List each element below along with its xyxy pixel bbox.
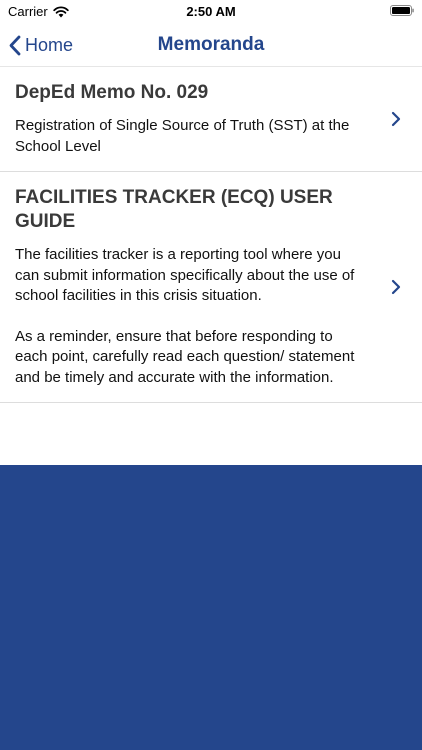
memo-title: DepEd Memo No. 029 [15, 82, 209, 103]
memo-paragraph: The facilities tracker is a reporting to… [15, 246, 355, 304]
status-time: 2:50 AM [186, 4, 236, 19]
navigation-bar: Home Memoranda [0, 24, 422, 67]
chevron-right-icon [391, 279, 401, 295]
chevron-right-icon [391, 111, 401, 127]
memo-description: Registration of Single Source of Truth (… [15, 116, 366, 157]
page-title: Memoranda [157, 34, 265, 55]
status-bar: Carrier 2:50 AM [0, 0, 422, 24]
memo-list: DepEd Memo No. 029 Registration of Singl… [0, 67, 422, 403]
battery-icon [390, 5, 414, 16]
memo-description: The facilities tracker is a reporting to… [15, 245, 366, 388]
memo-item-deped-029[interactable]: DepEd Memo No. 029 Registration of Singl… [0, 67, 422, 172]
memo-paragraph: Registration of Single Source of Truth (… [15, 117, 350, 155]
memo-paragraph: As a reminder, ensure that before respon… [15, 327, 355, 386]
footer-background [0, 465, 422, 750]
memo-title: FACILITIES TRACKER (ECQ) USER GUIDE [15, 187, 333, 232]
memo-item-facilities-tracker[interactable]: FACILITIES TRACKER (ECQ) USER GUIDE The … [0, 172, 422, 403]
